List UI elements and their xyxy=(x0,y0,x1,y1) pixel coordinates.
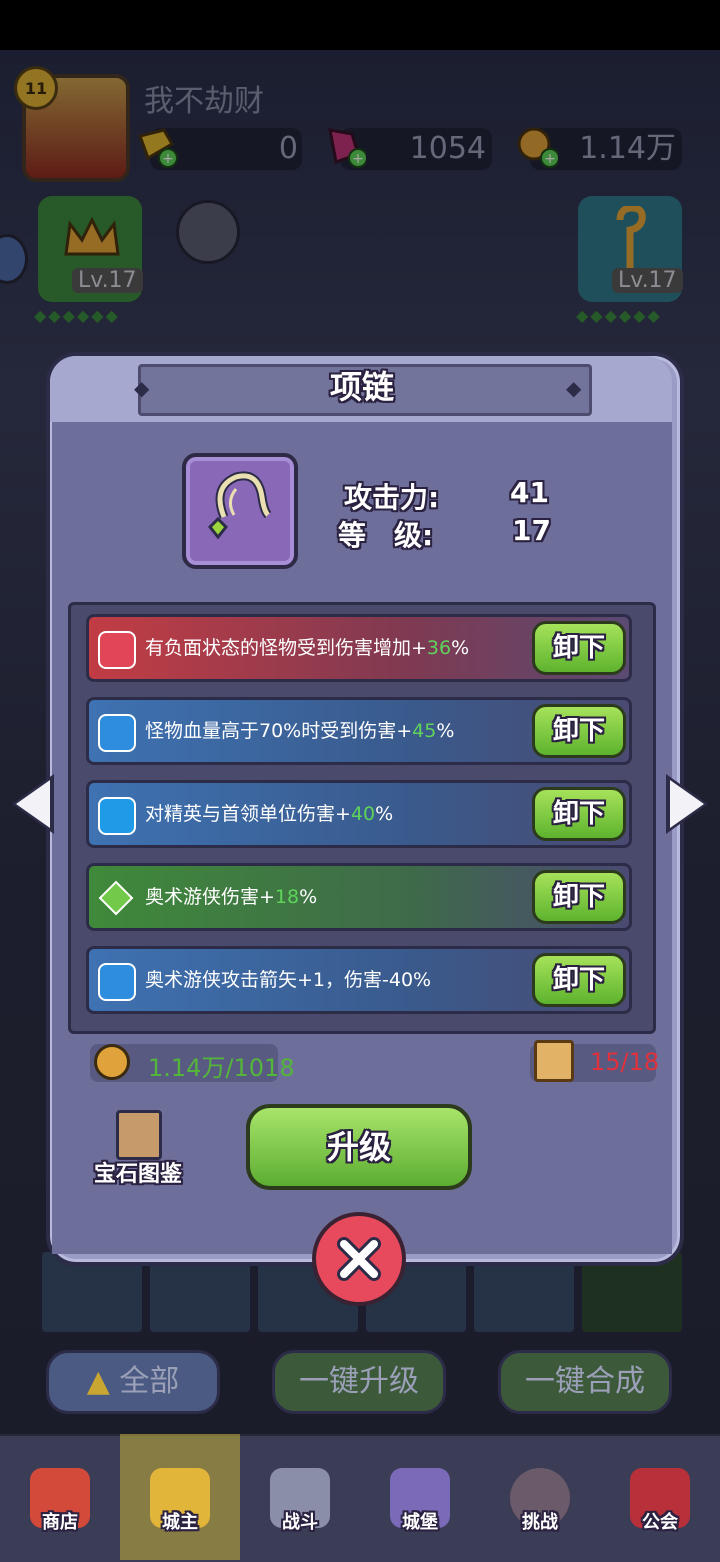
gem-row-text: 奥术游侠伤害+18% xyxy=(145,886,318,908)
upgrade-button[interactable]: 升级 xyxy=(246,1104,472,1190)
filter-all-label: 全部 xyxy=(119,1364,180,1399)
upgrade-all-button[interactable]: 一键升级 xyxy=(272,1350,446,1414)
unequip-button[interactable]: 卸下 xyxy=(532,870,626,924)
blue-swirl-gem-icon xyxy=(98,714,136,752)
red-gem-icon xyxy=(98,631,136,669)
scroll-cost-text: 15/18 xyxy=(590,1048,660,1076)
nav-guild[interactable]: 公会 xyxy=(600,1434,720,1560)
unequip-button[interactable]: 卸下 xyxy=(532,953,626,1007)
attack-label: 攻击力: xyxy=(344,481,440,514)
green-gem-icon xyxy=(98,880,134,920)
attack-value: 41 xyxy=(510,476,549,509)
next-arrow-icon[interactable] xyxy=(670,780,704,828)
nav-shop-label: 商店 xyxy=(42,1512,78,1533)
blue-gem-icon xyxy=(98,797,136,835)
codex-book-icon[interactable] xyxy=(116,1110,162,1160)
gem-row-text: 怪物血量高于70%时受到伤害+45% xyxy=(145,720,455,742)
unequip-button[interactable]: 卸下 xyxy=(532,704,626,758)
nav-challenge-label: 挑战 xyxy=(522,1512,558,1533)
nav-guild-label: 公会 xyxy=(642,1512,678,1533)
merge-all-button[interactable]: 一键合成 xyxy=(498,1350,672,1414)
gem-row-text: 对精英与首领单位伤害+40% xyxy=(145,803,394,825)
close-icon xyxy=(332,1232,386,1290)
codex-label[interactable]: 宝石图鉴 xyxy=(94,1156,182,1188)
scroll-icon xyxy=(534,1040,574,1082)
nav-battle[interactable]: 战斗 xyxy=(240,1434,360,1560)
gold-cost-text: 1.14万/1018 xyxy=(148,1054,295,1082)
nav-shop[interactable]: 商店 xyxy=(0,1434,120,1560)
nav-battle-label: 战斗 xyxy=(282,1512,318,1533)
nav-lord[interactable]: 城主 xyxy=(120,1434,240,1560)
unequip-button[interactable]: 卸下 xyxy=(532,621,626,675)
dialog-title: 项链 xyxy=(329,368,394,406)
nav-castle[interactable]: 城堡 xyxy=(360,1434,480,1560)
filter-all-button[interactable]: ▲ 全部 xyxy=(46,1350,220,1414)
nav-lord-label: 城主 xyxy=(162,1512,198,1533)
nav-challenge[interactable]: 挑战 xyxy=(480,1434,600,1560)
necklace-icon xyxy=(196,467,276,551)
gem-row-text: 奥术游侠攻击箭矢+1，伤害-40% xyxy=(145,969,432,991)
unequip-button[interactable]: 卸下 xyxy=(532,787,626,841)
status-bar xyxy=(0,0,720,50)
nav-castle-label: 城堡 xyxy=(402,1512,438,1533)
prev-arrow-icon[interactable] xyxy=(16,780,50,828)
level-label: 等 级: xyxy=(338,519,434,552)
triangle-icon: ▲ xyxy=(86,1364,110,1399)
coin-icon xyxy=(94,1044,130,1080)
gem-row-text: 有负面状态的怪物受到伤害增加+36% xyxy=(145,637,470,659)
level-value: 17 xyxy=(512,514,551,547)
blue-swirl-gem-icon xyxy=(98,963,136,1001)
